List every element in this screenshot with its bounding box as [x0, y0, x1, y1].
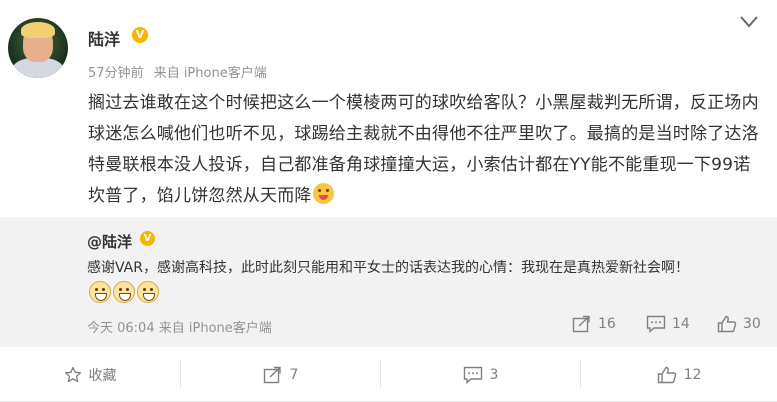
more-icon[interactable]	[739, 15, 759, 31]
repost-comment-count: 14	[672, 316, 690, 332]
repost-like-count: 30	[743, 316, 761, 332]
repost-block[interactable]: @陆洋 V 感谢VAR，感谢高科技，此时此刻只能用和平女士的话表达我的心情：我现…	[0, 217, 777, 347]
repost-content: 感谢VAR，感谢高科技，此时此刻只能用和平女士的话表达我的心情：我现在是真热爱新…	[87, 256, 759, 312]
author-name[interactable]: 陆洋	[88, 26, 120, 50]
weibo-card: 陆洋 V 57分钟前 来自 iPhone客户端 搁过去谁敢在这个时候把这么一个模…	[0, 0, 777, 402]
emoji-tongue-icon	[312, 183, 334, 204]
repost-comment-button[interactable]: 14	[646, 315, 690, 333]
like-button[interactable]: 12	[581, 347, 777, 402]
like-count: 12	[683, 366, 702, 383]
comment-icon	[463, 366, 482, 384]
post-meta: 57分钟前 来自 iPhone客户端	[88, 62, 267, 81]
smile-icons	[89, 281, 161, 312]
repost-source: 来自 iPhone客户端	[158, 321, 272, 336]
forward-count: 7	[289, 366, 299, 383]
post-time[interactable]: 57分钟前	[88, 66, 144, 81]
post-content: 搁过去谁敢在这个时候把这么一个模棱两可的球吹给客队？小黑屋裁判无所谓，反正场内球…	[88, 88, 760, 212]
comment-button[interactable]: 3	[381, 347, 580, 402]
like-icon	[657, 366, 676, 383]
smile-icon	[113, 281, 135, 303]
avatar[interactable]	[8, 18, 68, 78]
repost-forward-count: 16	[598, 316, 616, 332]
smile-icon	[89, 281, 111, 303]
post-text: 搁过去谁敢在这个时候把这么一个模棱两可的球吹给客队？小黑屋裁判无所谓，反正场内球…	[88, 93, 759, 206]
action-bar: 收藏 7 3 12	[0, 347, 777, 402]
repost-footer: 今天 06:04 来自 iPhone客户端 16 14 30	[87, 315, 767, 337]
repost-like-button[interactable]: 30	[717, 315, 761, 333]
post-source: 来自 iPhone客户端	[153, 66, 267, 81]
smile-icon	[137, 281, 159, 303]
forward-icon	[263, 366, 281, 383]
repost-text: 感谢VAR，感谢高科技，此时此刻只能用和平女士的话表达我的心情：我现在是真热爱新…	[87, 260, 689, 276]
forward-icon	[572, 315, 590, 333]
repost-forward-button[interactable]: 16	[572, 315, 616, 333]
repost-meta: 今天 06:04 来自 iPhone客户端	[87, 317, 272, 336]
repost-time[interactable]: 今天 06:04	[87, 321, 155, 336]
repost-author[interactable]: @陆洋	[87, 231, 132, 252]
favorite-button[interactable]: 收藏	[0, 347, 180, 402]
like-icon	[717, 315, 737, 333]
avatar-hair	[21, 22, 55, 38]
favorite-label: 收藏	[88, 367, 117, 384]
comment-icon	[646, 315, 666, 333]
forward-button[interactable]: 7	[181, 347, 380, 402]
verified-icon: V	[140, 231, 155, 246]
verified-icon: V	[132, 27, 148, 43]
comment-count: 3	[489, 366, 499, 383]
star-icon	[64, 366, 81, 382]
